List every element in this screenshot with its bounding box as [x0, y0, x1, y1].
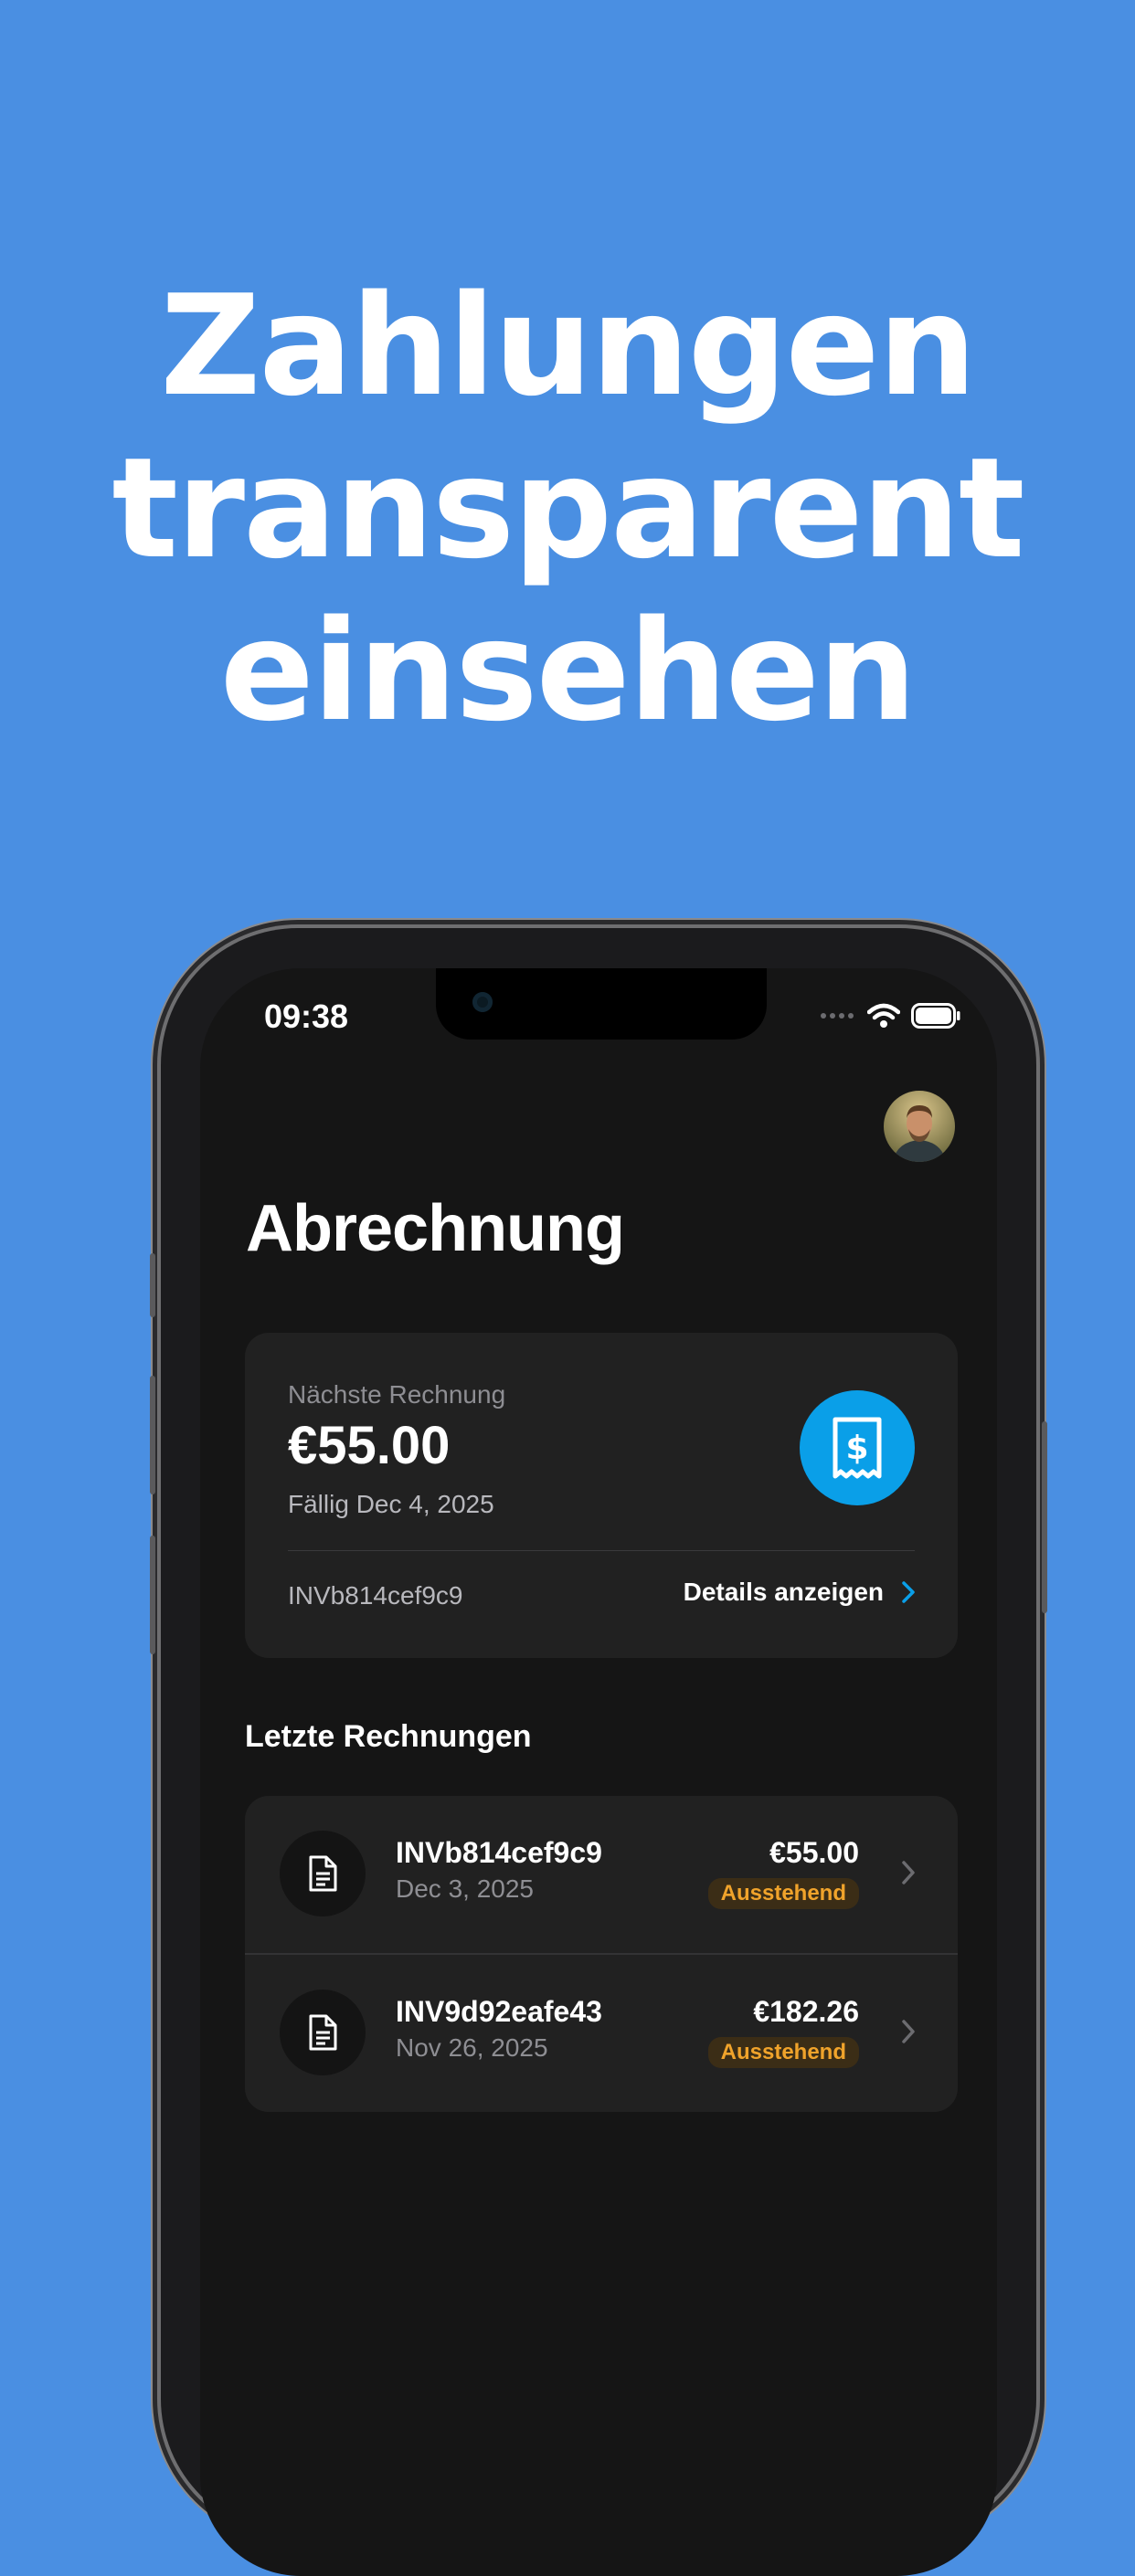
power-button [1042, 1421, 1047, 1613]
headline-line-2: transparent [111, 428, 1024, 589]
invoice-amount: €55.00 [769, 1836, 859, 1869]
recent-invoices-title: Letzte Rechnungen [245, 1719, 532, 1754]
battery-icon [911, 1003, 960, 1029]
invoice-number: INV9d92eafe43 [396, 1995, 602, 2028]
document-icon-badge [280, 1831, 366, 1916]
status-time: 09:38 [264, 998, 349, 1035]
receipt-badge: $ [800, 1390, 915, 1505]
avatar[interactable] [884, 1091, 955, 1162]
chevron-right-icon [902, 2020, 915, 2043]
cellular-icon [821, 1013, 854, 1019]
volume-up-button [150, 1376, 155, 1494]
status-icons [820, 999, 960, 1032]
page-title: Abrechnung [246, 1192, 625, 1265]
user-photo-icon [884, 1091, 955, 1162]
document-icon [309, 1855, 337, 1892]
marketing-headline: Zahlungen transparent einsehen [0, 265, 1135, 753]
list-item[interactable]: INVb814cef9c9 Dec 3, 2025 €55.00 Aussteh… [245, 1796, 958, 1953]
details-label: Details anzeigen [683, 1578, 884, 1606]
next-invoice-due-date: Fällig Dec 4, 2025 [288, 1490, 494, 1518]
next-invoice-id: INVb814cef9c9 [288, 1581, 463, 1610]
details-button[interactable]: Details anzeigen [684, 1578, 915, 1607]
svg-text:$: $ [845, 1430, 868, 1467]
invoice-date: Nov 26, 2025 [396, 2033, 548, 2062]
headline-line-3: einsehen [219, 590, 917, 752]
document-icon [309, 2014, 337, 2051]
receipt-dollar-icon: $ [833, 1417, 882, 1479]
wifi-icon [867, 1003, 900, 1028]
chevron-right-icon [902, 1581, 915, 1603]
status-badge: Ausstehend [707, 2037, 859, 2068]
next-invoice-amount: €55.00 [288, 1416, 451, 1475]
status-badge: Ausstehend [707, 1878, 859, 1909]
notch [436, 968, 767, 1040]
document-icon-badge [280, 1990, 366, 2075]
list-item[interactable]: INV9d92eafe43 Nov 26, 2025 €182.26 Ausst… [245, 1953, 958, 2112]
invoice-amount: €182.26 [753, 1995, 859, 2028]
invoice-date: Dec 3, 2025 [396, 1874, 534, 1903]
recent-invoices-list: INVb814cef9c9 Dec 3, 2025 €55.00 Aussteh… [245, 1796, 958, 2112]
invoice-number: INVb814cef9c9 [396, 1836, 602, 1869]
volume-down-button [150, 1536, 155, 1654]
phone-frame: 09:38 Abrechnung Nächste Rechnung €55.00… [150, 928, 1047, 2576]
app-screen: 09:38 Abrechnung Nächste Rechnung €55.00… [200, 968, 997, 2576]
camera-icon [472, 992, 493, 1012]
next-invoice-card: Nächste Rechnung €55.00 Fällig Dec 4, 20… [245, 1333, 958, 1658]
headline-line-1: Zahlungen [160, 265, 977, 427]
silent-switch [150, 1253, 155, 1317]
card-divider [288, 1550, 915, 1551]
chevron-right-icon [902, 1861, 915, 1884]
next-invoice-label: Nächste Rechnung [288, 1380, 506, 1409]
